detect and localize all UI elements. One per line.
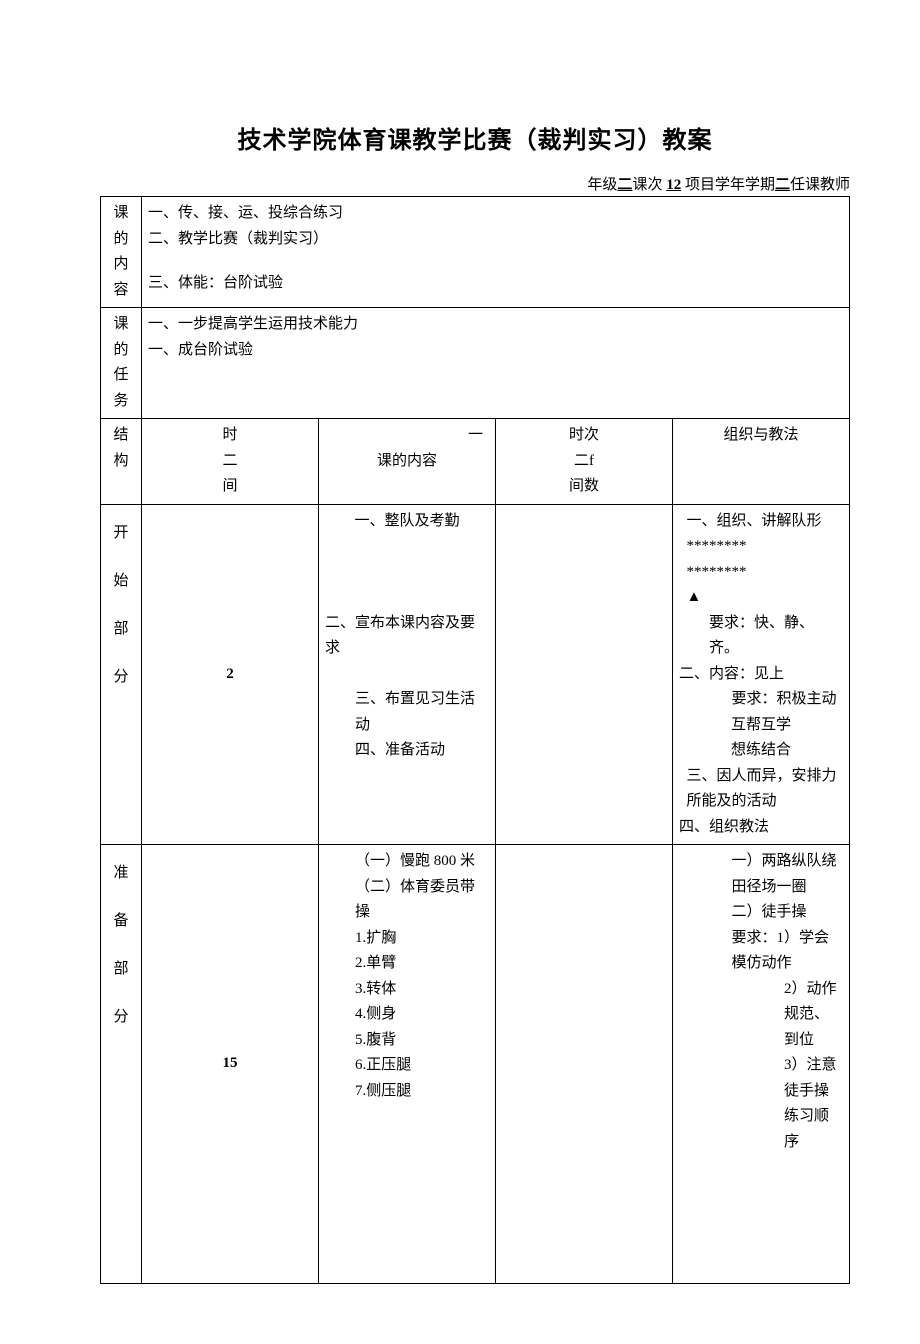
sm-l4: ▲ xyxy=(679,585,843,611)
sc-l2: 二、宣布本课内容及要求 xyxy=(325,615,475,657)
project-label: 项目学年学期 xyxy=(685,177,775,193)
grade-value: 二 xyxy=(617,177,632,193)
hdr-time: 时二间 xyxy=(142,419,319,505)
lesson-value: 12 xyxy=(666,177,681,193)
start-time: 2 xyxy=(142,504,319,845)
sm-l10: 三、因人而异，安排力所能及的活动 xyxy=(679,764,843,815)
pc-l6: 4.侧身 xyxy=(325,1002,489,1028)
prep-content: （一）慢跑 800 米 （二）体育委员带操 1.扩胸 2.单臂 3.转体 4.侧… xyxy=(319,845,496,1284)
pc-l3: 1.扩胸 xyxy=(325,926,489,952)
sm-l6: 二、内容：见上 xyxy=(679,666,784,682)
prep-tc xyxy=(496,845,673,1284)
meta-line: 年级二课次 12 项目学年学期二任课教师 xyxy=(100,173,850,194)
course-content-label: 课的内容 xyxy=(101,197,142,308)
sc-l4: 四、准备活动 xyxy=(325,738,489,764)
grade-label: 年级 xyxy=(587,177,617,193)
ct-line1: 一、一步提高学生运用技术能力 xyxy=(148,316,358,332)
prep-section-label: 准备部分 xyxy=(101,845,142,1284)
course-task-label: 课的任务 xyxy=(101,308,142,419)
pm-l1: 一）两路纵队绕田径场一圈 xyxy=(679,849,843,900)
prep-time: 15 xyxy=(142,845,319,1284)
start-method: 一、组织、讲解队形 ******** ******** ▲ 要求：快、静、齐。 … xyxy=(673,504,850,845)
sm-l2: ******** xyxy=(679,534,843,560)
lesson-plan-table: 课的内容 一、传、接、运、投综合练习 二、教学比赛（裁判实习） 三、体能：台阶试… xyxy=(100,196,850,1284)
ct-line2: 一、成台阶试验 xyxy=(148,342,253,358)
course-content-cell-2: 三、体能：台阶试验 xyxy=(142,267,850,307)
pm-l4: 2）动作规范、到位 xyxy=(679,977,843,1054)
teacher-label: 任课教师 xyxy=(790,177,850,193)
cc-line1: 一、传、接、运、投综合练习 xyxy=(148,205,343,221)
pc-l2: （二）体育委员带操 xyxy=(325,875,489,926)
sm-l3: ******** xyxy=(679,560,843,586)
hdr-method: 组织与教法 xyxy=(673,419,850,505)
pc-l1: （一）慢跑 800 米 xyxy=(325,849,489,875)
course-content-cell-1: 一、传、接、运、投综合练习 二、教学比赛（裁判实习） xyxy=(142,197,850,268)
course-task-cell: 一、一步提高学生运用技术能力 一、成台阶试验 xyxy=(142,308,850,419)
lesson-plan-page: 技术学院体育课教学比赛（裁判实习）教案 年级二课次 12 项目学年学期二任课教师… xyxy=(0,0,920,1344)
pc-l7: 5.腹背 xyxy=(325,1028,489,1054)
hdr-structure: 结构 xyxy=(101,419,142,505)
pm-l3: 要求：1）学会模仿动作 xyxy=(679,926,843,977)
pc-l9: 7.侧压腿 xyxy=(325,1079,489,1105)
start-section-label: 开始部分 xyxy=(101,504,142,845)
sm-l8: 互帮互学 xyxy=(679,713,843,739)
sm-l11: 四、组织教法 xyxy=(679,819,769,835)
pc-l8: 6.正压腿 xyxy=(325,1053,489,1079)
hdr-time-count: 时次二f间数 xyxy=(496,419,673,505)
start-content: 一、整队及考勤 二、宣布本课内容及要求 三、布置见习生活动 四、准备活动 xyxy=(319,504,496,845)
hdr-content: 一 课的内容 xyxy=(319,419,496,505)
page-title: 技术学院体育课教学比赛（裁判实习）教案 xyxy=(100,120,850,155)
cc-line2: 二、教学比赛（裁判实习） xyxy=(148,231,328,247)
pc-l5: 3.转体 xyxy=(325,977,489,1003)
cc-line3: 三、体能：台阶试验 xyxy=(148,275,283,291)
project-value: 二 xyxy=(775,177,790,193)
sc-l1: 一、整队及考勤 xyxy=(325,509,489,535)
sc-l3: 三、布置见习生活动 xyxy=(325,687,489,738)
prep-method: 一）两路纵队绕田径场一圈 二）徒手操 要求：1）学会模仿动作 2）动作规范、到位… xyxy=(673,845,850,1284)
lesson-label: 课次 xyxy=(632,177,662,193)
sm-l5: 要求：快、静、齐。 xyxy=(679,611,843,662)
pm-l2: 二）徒手操 xyxy=(679,900,843,926)
sm-l7: 要求：积极主动 xyxy=(679,687,843,713)
sm-l1: 一、组织、讲解队形 xyxy=(679,509,843,535)
pc-l4: 2.单臂 xyxy=(325,951,489,977)
pm-l5: 3）注意徒手操练习顺序 xyxy=(679,1053,843,1155)
start-tc xyxy=(496,504,673,845)
sm-l9: 想练结合 xyxy=(679,738,843,764)
